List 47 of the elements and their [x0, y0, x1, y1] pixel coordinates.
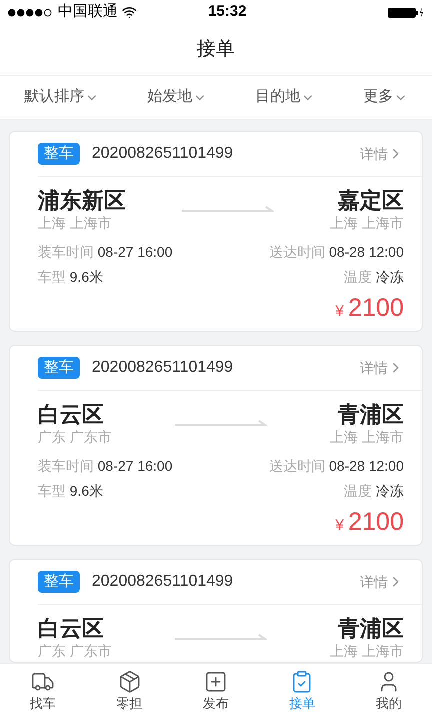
temperature: 温度 冷冻 — [344, 482, 404, 500]
battery-charging-icon — [388, 6, 424, 18]
tab-item[interactable]: 发布 — [186, 670, 246, 714]
box-icon — [118, 670, 142, 694]
order-number: 2020082651101499 — [92, 572, 234, 592]
filter-dropdown[interactable]: 始发地 — [148, 86, 206, 109]
destination-city: 上海 上海市 — [330, 215, 404, 231]
wifi-icon — [122, 5, 137, 20]
origin-district: 白云区 — [38, 401, 105, 429]
truck-length: 车型 9.6米 — [38, 268, 104, 286]
order-type-badge: 整车 — [38, 143, 80, 165]
order-card[interactable]: 整车 2020082651101499 详情 浦东新区 上海 上海市 嘉定区 上海 上海市 装车时间 08-27 16:00 送达时间 08-28 12:00 车型 9.6米 温度 冷冻 ¥ 2100 — [9, 131, 423, 332]
temperature: 温度 冷冻 — [344, 268, 404, 286]
signal-icon — [8, 8, 54, 16]
origin-district: 白云区 — [38, 615, 105, 643]
clock: 15:32 — [207, 2, 248, 22]
tab-item[interactable]: 找车 — [13, 670, 74, 714]
carrier-name: 中国联通 — [58, 2, 118, 22]
filter-dropdown[interactable]: 默认排序 — [24, 86, 98, 109]
loading-time: 装车时间 08-27 16:00 — [38, 457, 173, 475]
destination-district: 青浦区 — [338, 401, 404, 429]
loading-time: 装车时间 08-27 16:00 — [38, 243, 173, 261]
origin-city: 上海 上海市 — [38, 215, 113, 231]
destination-district: 嘉定区 — [338, 187, 404, 215]
order-type-badge: 整车 — [38, 571, 80, 593]
destination-city: 上海 上海市 — [330, 643, 404, 659]
order-type-badge: 整车 — [38, 357, 80, 379]
delivery-time: 送达时间 08-28 12:00 — [269, 243, 404, 261]
destination-city: 上海 上海市 — [330, 429, 404, 445]
order-card[interactable]: 整车 2020082651101499 详情 白云区 广东 广东市 青浦区 上海 上海市 装车时间 08-27 16:00 送达时间 08-28 12:00 车型 9.6米 温度 冷冻 ¥ 2100 — [9, 345, 423, 546]
origin-district: 浦东新区 — [38, 187, 126, 215]
tab-item[interactable]: 我的 — [358, 670, 419, 714]
truck-length: 车型 9.6米 — [38, 482, 104, 500]
order-number: 2020082651101499 — [92, 144, 234, 164]
origin-city: 广东 广东市 — [38, 429, 112, 445]
order-number: 2020082651101499 — [92, 358, 234, 378]
origin-city: 广东 广东市 — [38, 643, 112, 659]
plus-square-icon — [204, 670, 228, 694]
page-title: 接单 — [0, 25, 432, 75]
price: ¥ 2100 — [336, 507, 404, 538]
destination-district: 青浦区 — [338, 615, 404, 643]
filter-dropdown[interactable]: 更多 — [364, 86, 408, 109]
price: ¥ 2100 — [336, 293, 404, 324]
filter-dropdown[interactable]: 目的地 — [256, 86, 314, 109]
delivery-time: 送达时间 08-28 12:00 — [269, 457, 404, 475]
order-card[interactable]: 整车 2020082651101499 详情 白云区 广东 广东市 青浦区 上海 上海市 — [9, 559, 423, 663]
tab-item[interactable]: 零担 — [100, 670, 160, 714]
